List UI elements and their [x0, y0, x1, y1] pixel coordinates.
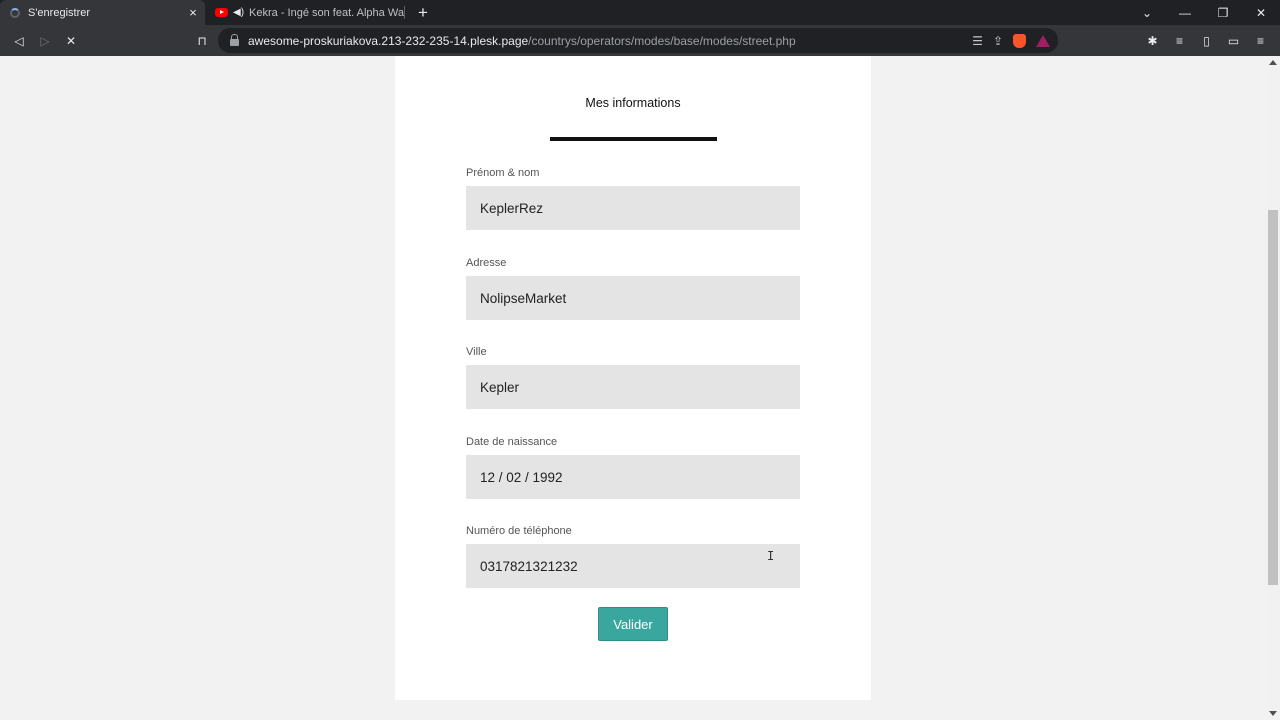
section-title: Mes informations — [585, 96, 681, 110]
forward-icon[interactable]: ▷ — [32, 28, 58, 54]
field-label: Date de naissance — [466, 436, 558, 448]
minimize-icon[interactable]: — — [1166, 0, 1204, 25]
tab-register[interactable]: S'enregistrer × — [0, 0, 205, 25]
wallet-icon[interactable]: ▭ — [1220, 34, 1247, 48]
back-icon[interactable]: ◁ — [6, 28, 32, 54]
scroll-down-icon[interactable] — [1269, 711, 1277, 716]
tab-title: Kekra - Ingé son feat. Alpha Wann — [249, 6, 405, 19]
tab-search-icon[interactable]: ⌄ — [1128, 0, 1166, 25]
speaker-icon[interactable]: ◀) — [233, 7, 244, 18]
url-text: awesome-proskuriakova.213-232-235-14.ple… — [248, 33, 796, 48]
tab-youtube[interactable]: ◀) Kekra - Ingé son feat. Alpha Wann — [205, 0, 405, 25]
brave-rewards-icon[interactable] — [1036, 34, 1050, 47]
field-label: Prénom & nom — [466, 167, 540, 179]
field-label: Numéro de téléphone — [466, 525, 572, 537]
tab-bar: S'enregistrer × ◀) Kekra - Ingé son feat… — [0, 0, 1280, 25]
playlist-icon[interactable]: ≡ — [1166, 34, 1193, 48]
youtube-icon — [215, 8, 228, 17]
tab-title: S'enregistrer — [28, 6, 91, 19]
field-phone: Numéro de téléphone — [466, 525, 800, 588]
field-city: Ville — [466, 346, 800, 409]
browser-toolbar: ◁ ▷ ✕ ⊓ awesome-proskuriakova.213-232-23… — [0, 25, 1280, 56]
scrollbar-thumb[interactable] — [1268, 210, 1278, 585]
birthdate-input[interactable] — [466, 455, 800, 499]
form-card: Mes informations Prénom & nom Adresse Vi… — [395, 56, 871, 700]
close-window-icon[interactable]: ✕ — [1242, 0, 1280, 25]
bookmark-icon[interactable]: ⊓ — [189, 28, 215, 54]
brave-shields-icon[interactable] — [1013, 33, 1026, 48]
loading-spinner-icon — [10, 7, 20, 18]
sidebar-icon[interactable]: ▯ — [1193, 34, 1220, 48]
tab-close-icon[interactable]: × — [185, 5, 201, 20]
section-title-underline — [550, 137, 717, 141]
reader-mode-icon[interactable]: ☰ — [972, 34, 983, 48]
field-label: Adresse — [466, 257, 507, 269]
field-fullname: Prénom & nom — [466, 167, 800, 230]
restore-icon[interactable]: ❐ — [1204, 0, 1242, 25]
submit-button[interactable]: Valider — [598, 607, 668, 641]
page-scrollbar[interactable] — [1266, 56, 1280, 720]
text-cursor-icon: I — [767, 549, 775, 563]
address-input[interactable] — [466, 276, 800, 320]
extensions-icon[interactable]: ✱ — [1139, 34, 1166, 48]
lock-icon — [230, 33, 239, 46]
field-birthdate: Date de naissance — [466, 436, 800, 499]
stop-loading-icon[interactable]: ✕ — [58, 28, 84, 54]
address-bar[interactable]: awesome-proskuriakova.213-232-235-14.ple… — [218, 28, 1058, 53]
phone-input[interactable] — [466, 544, 800, 588]
share-icon[interactable]: ⇪ — [993, 34, 1003, 48]
new-tab-button[interactable]: + — [409, 0, 437, 25]
window-controls: ⌄ — ❐ ✕ — [1128, 0, 1280, 25]
menu-icon[interactable]: ≡ — [1247, 34, 1274, 48]
field-address: Adresse — [466, 257, 800, 320]
field-label: Ville — [466, 346, 487, 358]
fullname-input[interactable] — [466, 186, 800, 230]
scroll-up-icon[interactable] — [1269, 60, 1277, 65]
city-input[interactable] — [466, 365, 800, 409]
page-viewport: Mes informations Prénom & nom Adresse Vi… — [0, 56, 1266, 720]
